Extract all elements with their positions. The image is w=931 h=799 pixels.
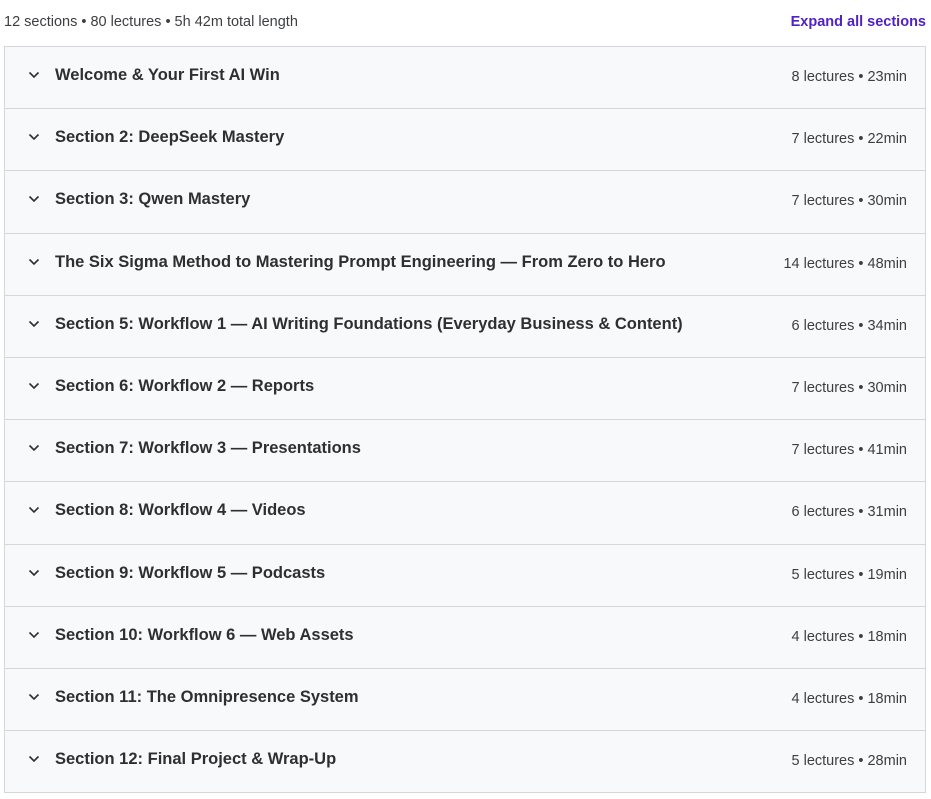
chevron-down-icon	[28, 443, 40, 453]
section-row[interactable]: Section 5: Workflow 1 — AI Writing Found…	[4, 296, 926, 358]
section-meta: 7 lectures • 30min	[791, 193, 908, 209]
section-title: Section 12: Final Project & Wrap-Up	[55, 750, 337, 768]
expand-all-sections-button[interactable]: Expand all sections	[791, 14, 926, 30]
section-meta: 4 lectures • 18min	[791, 691, 908, 707]
section-meta: 7 lectures • 22min	[791, 131, 908, 147]
section-meta: 6 lectures • 34min	[791, 318, 908, 334]
section-row[interactable]: Section 12: Final Project & Wrap-Up 5 le…	[4, 731, 926, 793]
section-meta: 5 lectures • 19min	[791, 567, 908, 583]
chevron-down-icon	[28, 692, 40, 702]
section-meta: 8 lectures • 23min	[791, 69, 908, 85]
section-row[interactable]: Section 3: Qwen Mastery 7 lectures • 30m…	[4, 171, 926, 234]
chevron-down-icon	[28, 381, 40, 391]
chevron-down-icon	[28, 319, 40, 329]
section-row[interactable]: Section 7: Workflow 3 — Presentations 7 …	[4, 420, 926, 482]
section-row[interactable]: Section 2: DeepSeek Mastery 7 lectures •…	[4, 109, 926, 171]
section-row[interactable]: Section 10: Workflow 6 — Web Assets 4 le…	[4, 607, 926, 669]
chevron-down-icon	[28, 132, 40, 142]
chevron-down-icon	[28, 568, 40, 578]
section-title: Section 10: Workflow 6 — Web Assets	[55, 626, 354, 644]
curriculum-header: 12 sections • 80 lectures • 5h 42m total…	[0, 0, 931, 46]
section-list: Welcome & Your First AI Win 8 lectures •…	[4, 46, 926, 793]
section-meta: 7 lectures • 30min	[791, 380, 908, 396]
section-row[interactable]: Section 9: Workflow 5 — Podcasts 5 lectu…	[4, 545, 926, 607]
curriculum-summary: 12 sections • 80 lectures • 5h 42m total…	[4, 14, 298, 30]
chevron-down-icon	[28, 754, 40, 764]
section-row[interactable]: Section 11: The Omnipresence System 4 le…	[4, 669, 926, 731]
section-meta: 6 lectures • 31min	[791, 504, 908, 520]
chevron-down-icon	[28, 194, 40, 204]
section-row[interactable]: Section 8: Workflow 4 — Videos 6 lecture…	[4, 482, 926, 545]
section-meta: 4 lectures • 18min	[791, 629, 908, 645]
section-title: Section 6: Workflow 2 — Reports	[55, 377, 315, 395]
section-meta: 7 lectures • 41min	[791, 442, 908, 458]
section-title: Section 3: Qwen Mastery	[55, 190, 251, 208]
chevron-down-icon	[28, 630, 40, 640]
section-title: Section 7: Workflow 3 — Presentations	[55, 439, 361, 457]
chevron-down-icon	[28, 505, 40, 515]
section-title: Section 11: The Omnipresence System	[55, 688, 359, 706]
section-title: Welcome & Your First AI Win	[55, 66, 280, 84]
section-row[interactable]: Section 6: Workflow 2 — Reports 7 lectur…	[4, 358, 926, 420]
section-meta: 14 lectures • 48min	[783, 256, 907, 272]
section-row[interactable]: Welcome & Your First AI Win 8 lectures •…	[4, 47, 926, 109]
chevron-down-icon	[28, 257, 40, 267]
section-title: Section 8: Workflow 4 — Videos	[55, 501, 306, 519]
section-title: Section 9: Workflow 5 — Podcasts	[55, 564, 326, 582]
section-title: The Six Sigma Method to Mastering Prompt…	[55, 253, 666, 271]
chevron-down-icon	[28, 70, 40, 80]
section-title: Section 2: DeepSeek Mastery	[55, 128, 285, 146]
section-meta: 5 lectures • 28min	[791, 753, 908, 769]
section-title: Section 5: Workflow 1 — AI Writing Found…	[55, 315, 683, 333]
section-row[interactable]: The Six Sigma Method to Mastering Prompt…	[4, 234, 926, 296]
